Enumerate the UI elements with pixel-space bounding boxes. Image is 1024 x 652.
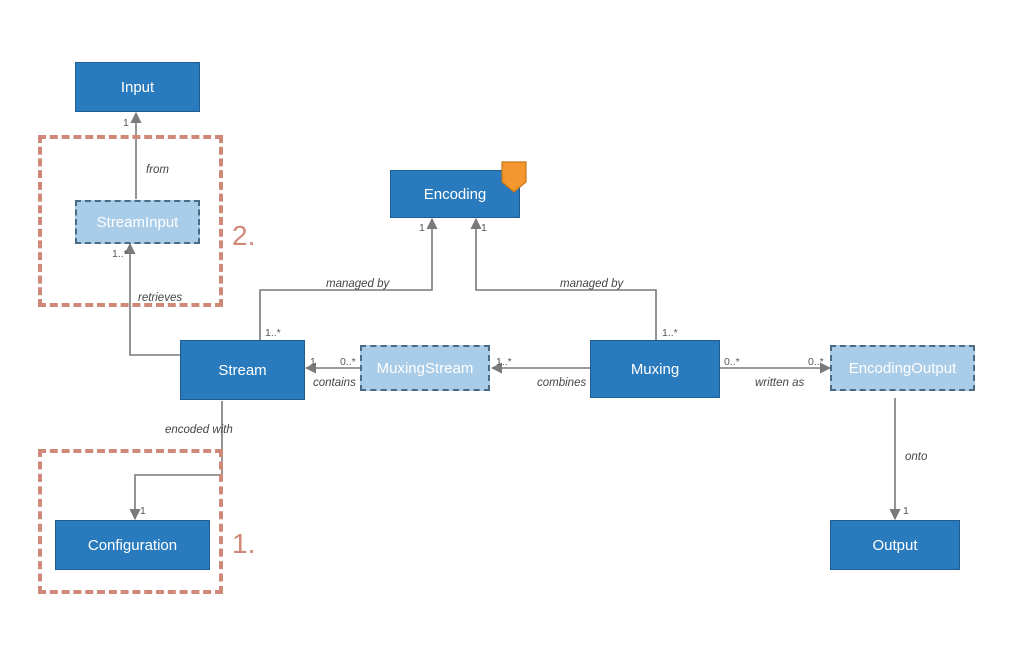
comment-marker-icon [500,160,530,199]
edge-label-onto: onto [905,451,927,463]
node-stream-label: Stream [218,362,266,379]
mult-encout-written: 0..* [808,356,824,368]
edge-label-from: from [146,164,169,176]
mult-enc-left: 1 [419,222,425,234]
edge-label-managed-by-1: managed by [326,278,389,290]
node-stream-input-label: StreamInput [97,214,179,231]
mult-input: 1 [123,117,129,129]
mult-enc-right: 1 [481,222,487,234]
edge-label-encoded-with: encoded with [165,424,233,436]
mult-stream-contains: 1 [310,356,316,368]
node-stream-input: StreamInput [75,200,200,244]
annotation-1: 1. [232,528,255,560]
node-muxing-label: Muxing [631,361,679,378]
edge-label-managed-by-2: managed by [560,278,623,290]
diagram-canvas: Input StreamInput Stream Configuration E… [0,0,1024,652]
node-muxing-stream: MuxingStream [360,345,490,391]
mult-output: 1 [903,505,909,517]
node-stream: Stream [180,340,305,400]
mult-muxing-written: 0..* [724,356,740,368]
node-configuration-label: Configuration [88,537,177,554]
mult-stream-mb: 1..* [265,327,281,339]
edge-label-combines: combines [537,377,586,389]
mult-mstream-contains: 0..* [340,356,356,368]
mult-config: 1 [140,505,146,517]
node-encoding-label: Encoding [424,186,487,203]
edge-label-retrieves: retrieves [138,292,182,304]
node-encoding-output: EncodingOutput [830,345,975,391]
node-muxing-stream-label: MuxingStream [377,360,474,377]
node-muxing: Muxing [590,340,720,398]
node-output-label: Output [872,537,917,554]
node-configuration: Configuration [55,520,210,570]
node-encoding-output-label: EncodingOutput [849,360,957,377]
node-input: Input [75,62,200,112]
edge-label-contains: contains [313,377,356,389]
mult-muxing-mb: 1..* [662,327,678,339]
edge-label-written-as: written as [755,377,804,389]
annotation-2: 2. [232,220,255,252]
node-output: Output [830,520,960,570]
mult-stream-input: 1..* [112,248,128,260]
node-input-label: Input [121,79,154,96]
mult-mstream-combines: 1..* [496,356,512,368]
